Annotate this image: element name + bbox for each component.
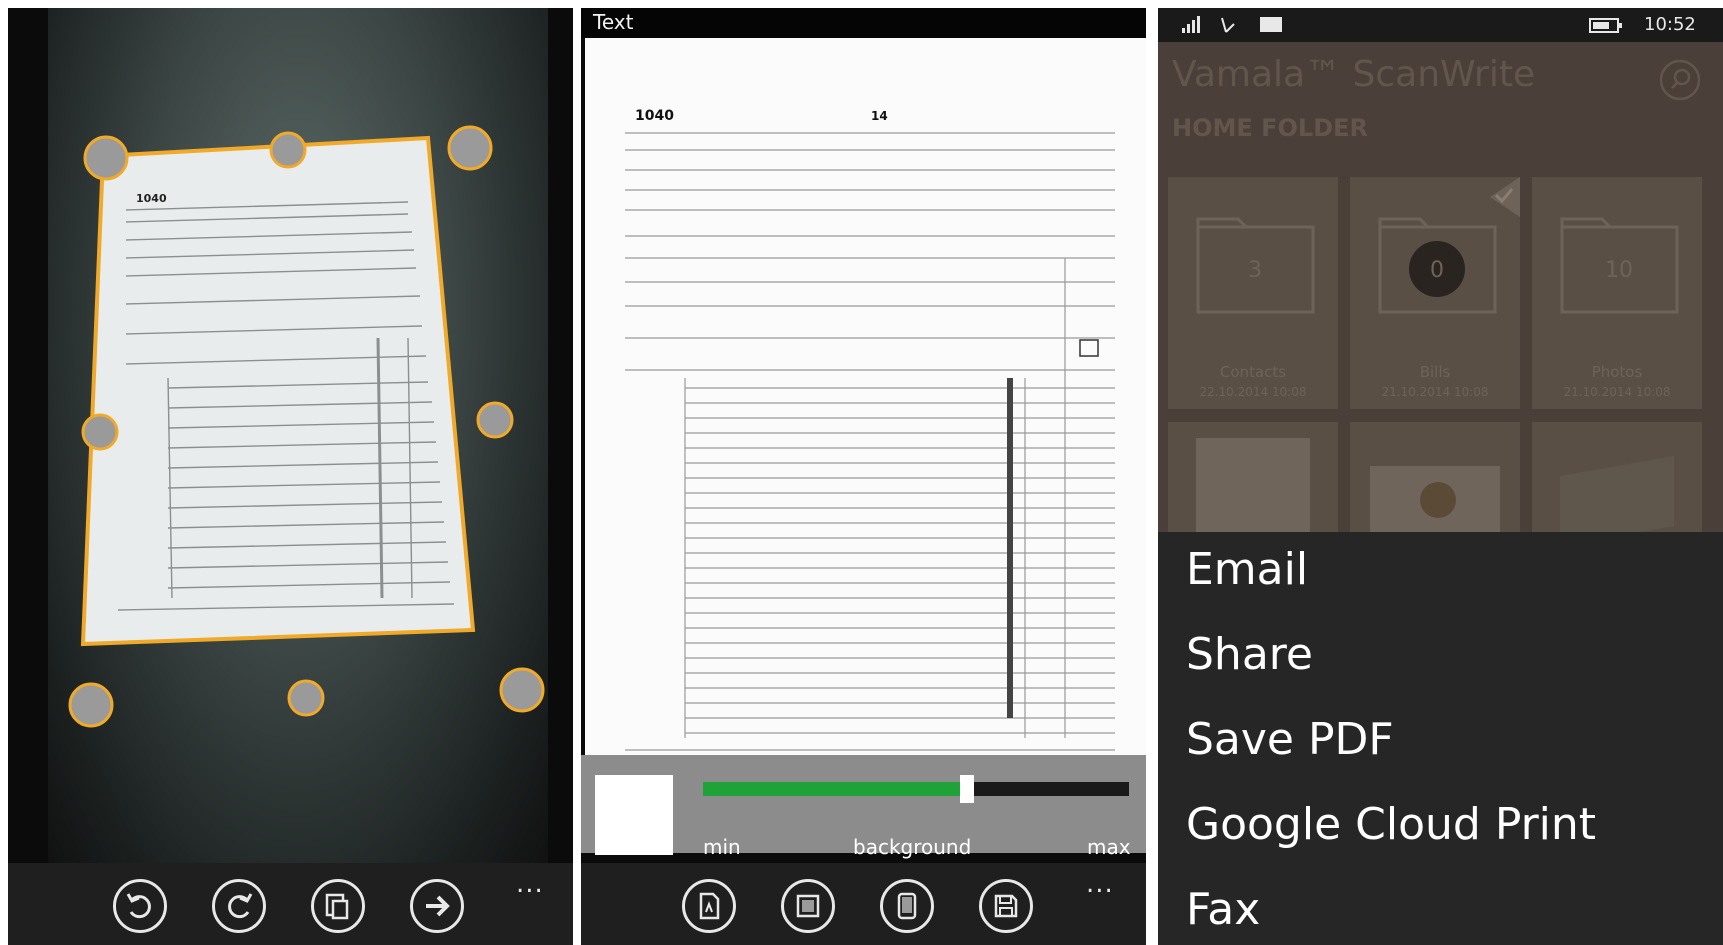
signal-icon bbox=[1182, 16, 1200, 33]
app-bar: ... bbox=[8, 863, 573, 945]
folder-count: 3 bbox=[1248, 258, 1262, 283]
share-screen: 10:52 Vamala™ ScanWrite HOME FOLDER 3 Co… bbox=[1158, 8, 1723, 945]
chart-preview bbox=[1420, 482, 1456, 518]
slider-fill bbox=[703, 782, 968, 796]
wifi-off-icon bbox=[1221, 17, 1235, 33]
folder-icon: 3 bbox=[1196, 217, 1315, 314]
save-button[interactable] bbox=[979, 879, 1033, 933]
slider-max-label: max bbox=[1087, 835, 1131, 859]
rotate-left-button[interactable] bbox=[113, 879, 167, 933]
slider-thumb[interactable] bbox=[960, 775, 975, 803]
cropped-document bbox=[80, 135, 476, 647]
message-icon bbox=[1260, 17, 1282, 32]
more-menu-button[interactable]: ... bbox=[516, 869, 544, 899]
share-menu: Email Share Save PDF Google Cloud Print … bbox=[1158, 532, 1723, 945]
form-year: 14 bbox=[871, 109, 888, 123]
folder-date: 21.10.2014 10:08 bbox=[1381, 385, 1489, 399]
folder-date: 21.10.2014 10:08 bbox=[1563, 385, 1671, 399]
menu-item-fax[interactable]: Fax bbox=[1186, 884, 1260, 935]
folder-count: 10 bbox=[1605, 258, 1633, 283]
status-icons bbox=[1182, 16, 1282, 33]
crop-handle-top-left[interactable] bbox=[83, 135, 129, 181]
folder-icon: 0 bbox=[1378, 177, 1520, 314]
form-lines bbox=[625, 132, 1115, 751]
enhanced-document: 1040 14 bbox=[585, 38, 1146, 763]
document-crop-area: 1040 bbox=[68, 125, 545, 728]
crop-screen: 1040 ... bbox=[8, 8, 573, 945]
crop-handle-bottom-right[interactable] bbox=[499, 667, 545, 713]
rotate-right-button[interactable] bbox=[212, 879, 266, 933]
document-preview bbox=[1196, 438, 1310, 534]
document-icon bbox=[699, 892, 720, 920]
crop-handle-top[interactable] bbox=[269, 131, 307, 169]
crop-handle-bottom-left[interactable] bbox=[68, 682, 114, 728]
mode-header: Text bbox=[581, 8, 1146, 38]
battery-icon bbox=[1589, 18, 1622, 33]
document-settings-button[interactable] bbox=[682, 879, 736, 933]
contrast-button[interactable] bbox=[880, 879, 934, 933]
menu-item-save-pdf[interactable]: Save PDF bbox=[1186, 714, 1394, 765]
clock-time: 10:52 bbox=[1644, 14, 1696, 35]
status-bar: 10:52 bbox=[1158, 8, 1723, 42]
menu-item-share[interactable]: Share bbox=[1186, 629, 1313, 680]
copy-pages-button[interactable] bbox=[311, 879, 365, 933]
crop-handle-bottom[interactable] bbox=[287, 679, 325, 717]
folder-tile-bills[interactable]: 0 Bills 21.10.2014 10:08 bbox=[1350, 177, 1520, 409]
crop-handle-left[interactable] bbox=[81, 413, 119, 451]
background-slider-panel: min background max bbox=[581, 755, 1146, 859]
form-column-marker bbox=[1007, 378, 1013, 718]
document-thumbnail[interactable] bbox=[1532, 422, 1702, 547]
search-icon[interactable] bbox=[1658, 58, 1702, 102]
folder-header: HOME FOLDER bbox=[1172, 114, 1369, 142]
mode-title: Text bbox=[593, 10, 634, 34]
floppy-disk-icon bbox=[994, 894, 1018, 918]
rotate-left-icon bbox=[126, 893, 151, 919]
enhance-screen: Text 1040 14 min background max ... bbox=[581, 8, 1146, 945]
folder-name: Contacts bbox=[1219, 363, 1287, 381]
more-menu-button[interactable]: ... bbox=[1086, 869, 1114, 899]
rotate-right-icon bbox=[228, 893, 253, 919]
app-title: Vamala™ ScanWrite bbox=[1172, 54, 1536, 95]
color-mode-icon bbox=[796, 894, 820, 918]
next-button[interactable] bbox=[410, 879, 464, 933]
crop-handle-right[interactable] bbox=[476, 401, 514, 439]
folder-name: Photos bbox=[1591, 363, 1643, 381]
folder-tile-photos[interactable]: 10 Photos 21.10.2014 10:08 bbox=[1532, 177, 1702, 409]
background-slider[interactable] bbox=[703, 775, 1129, 803]
folder-tile-contacts[interactable]: 3 Contacts 22.10.2014 10:08 bbox=[1168, 177, 1338, 409]
slider-min-label: min bbox=[703, 835, 741, 859]
folder-icon: 10 bbox=[1560, 217, 1679, 314]
document-thumbnail[interactable] bbox=[1168, 422, 1338, 542]
background-color-swatch[interactable] bbox=[595, 775, 673, 855]
color-mode-button[interactable] bbox=[781, 879, 835, 933]
folder-count: 0 bbox=[1430, 258, 1444, 283]
arrow-right-icon bbox=[426, 895, 450, 917]
folder-date: 22.10.2014 10:08 bbox=[1199, 385, 1307, 399]
menu-item-google-cloud-print[interactable]: Google Cloud Print bbox=[1186, 799, 1596, 850]
crop-handle-top-right[interactable] bbox=[447, 125, 493, 171]
document-preview bbox=[1370, 466, 1500, 536]
form-checkbox bbox=[1079, 339, 1099, 357]
document-thumbnail[interactable] bbox=[1350, 422, 1520, 542]
slider-center-label: background bbox=[853, 835, 972, 859]
folder-name: Bills bbox=[1419, 363, 1451, 381]
form-number: 1040 bbox=[635, 108, 674, 124]
form-number-label: 1040 bbox=[136, 192, 167, 205]
phone-icon bbox=[897, 892, 917, 920]
app-bar: ... bbox=[581, 863, 1146, 945]
menu-item-email[interactable]: Email bbox=[1186, 544, 1308, 595]
copy-pages-icon bbox=[325, 893, 349, 920]
document-content: 1040 14 bbox=[625, 108, 1115, 751]
home-folder-view: Vamala™ ScanWrite HOME FOLDER 3 Contacts… bbox=[1158, 42, 1723, 547]
